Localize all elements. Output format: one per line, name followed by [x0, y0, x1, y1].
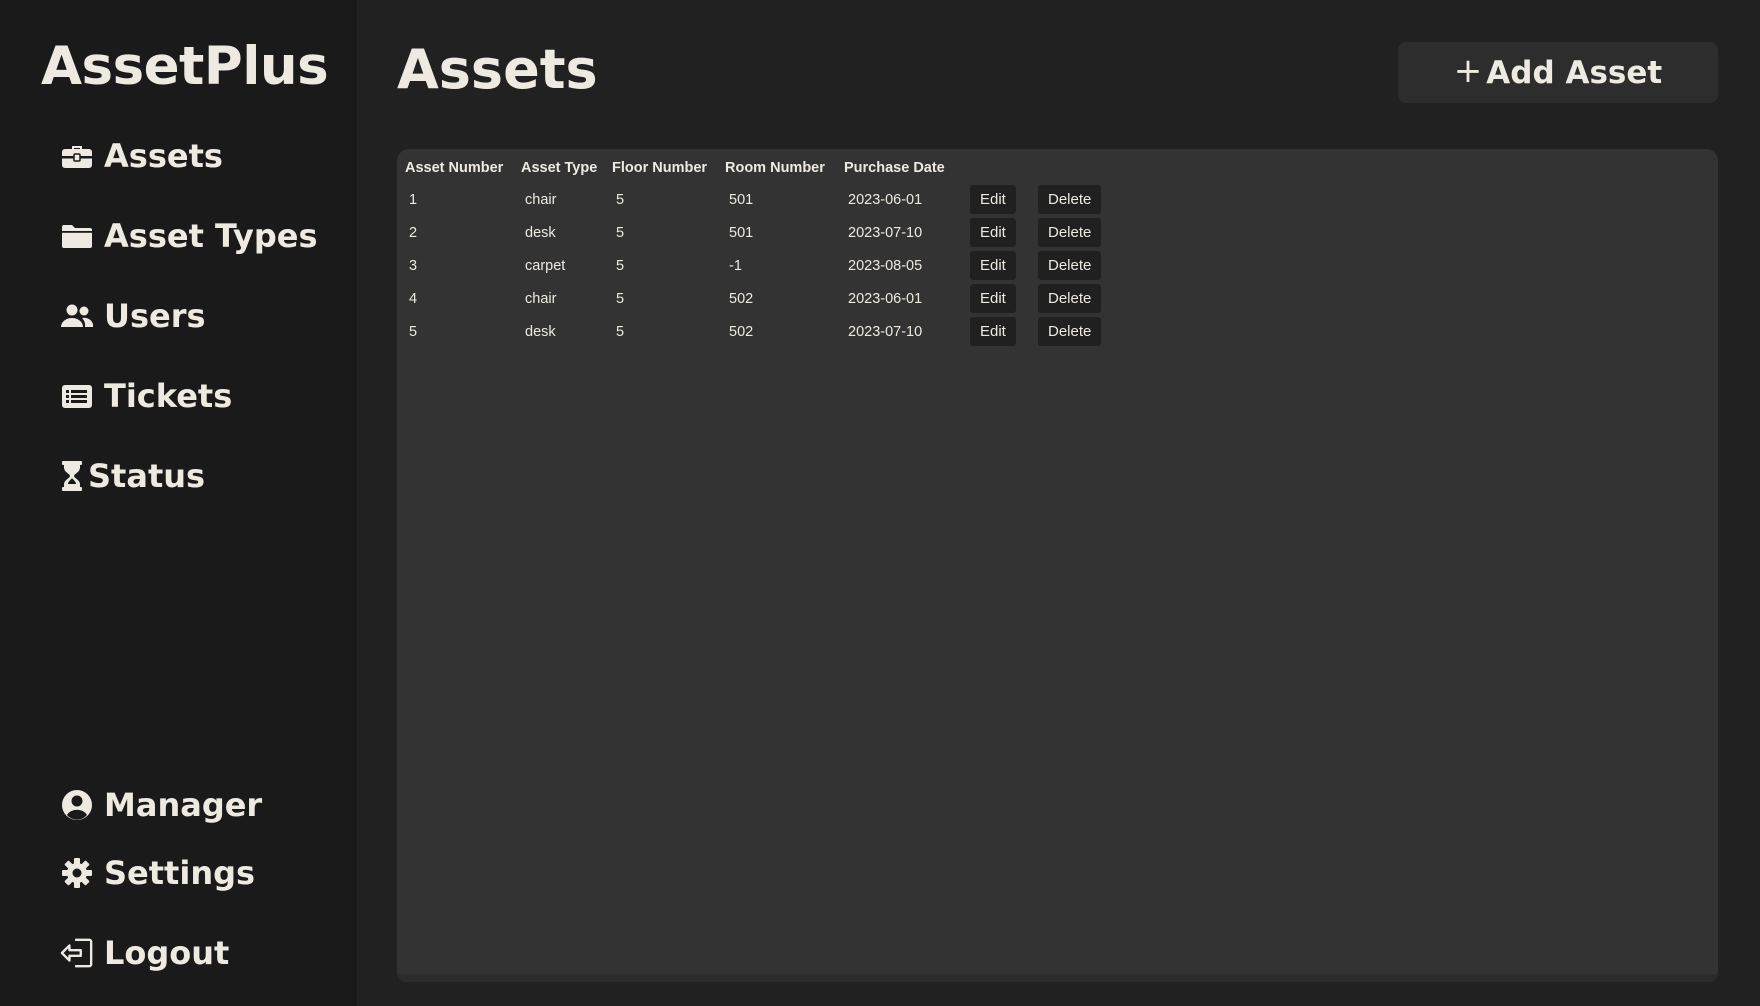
cell-asset-number: 2: [409, 224, 418, 241]
cell-floor-number: 5: [616, 290, 625, 307]
page-title: Assets: [397, 38, 598, 101]
cell-floor-number: 5: [616, 224, 625, 241]
edit-button[interactable]: Edit: [970, 218, 1016, 247]
cell-floor-number: 5: [616, 323, 625, 340]
sidebar-item-label: Tickets: [104, 377, 233, 415]
cell-asset-number: 4: [409, 290, 418, 307]
cell-room-number: -1: [729, 257, 742, 274]
cell-room-number: 502: [729, 323, 754, 340]
sidebar-item-manager[interactable]: Manager: [60, 783, 262, 827]
cell-purchase-date: 2023-07-10: [848, 224, 923, 241]
cell-asset-type: chair: [525, 191, 557, 208]
cell-room-number: 501: [729, 191, 754, 208]
sidebar: AssetPlus Assets Asset Types Users Ticke…: [0, 0, 357, 1006]
tickets-icon: [60, 379, 94, 413]
cell-asset-type: carpet: [525, 257, 566, 274]
folder-icon: [60, 219, 94, 253]
cell-purchase-date: 2023-06-01: [848, 290, 923, 307]
table-header-row: Asset Number Asset Type Floor Number Roo…: [401, 153, 1108, 183]
sidebar-item-users[interactable]: Users: [60, 294, 206, 338]
table-row: 4 chair 5 502 2023-06-01 Edit Delete: [401, 282, 1108, 315]
app-window: AssetPlus Assets Asset Types Users Ticke…: [0, 0, 1760, 1006]
sidebar-item-label: Assets: [104, 137, 223, 175]
app-logo[interactable]: AssetPlus: [41, 36, 329, 97]
table-row: 5 desk 5 502 2023-07-10 Edit Delete: [401, 315, 1108, 348]
sidebar-item-assets[interactable]: Assets: [60, 134, 223, 178]
sidebar-item-label: Users: [104, 297, 206, 335]
cell-purchase-date: 2023-07-10: [848, 323, 923, 340]
edit-button[interactable]: Edit: [970, 185, 1016, 214]
sidebar-item-label: Asset Types: [104, 217, 318, 255]
sidebar-item-label: Logout: [104, 934, 230, 972]
delete-button[interactable]: Delete: [1038, 251, 1102, 280]
users-icon: [60, 299, 94, 333]
cell-purchase-date: 2023-08-05: [848, 257, 923, 274]
table-row: 1 chair 5 501 2023-06-01 Edit Delete: [401, 183, 1108, 216]
add-asset-label: Add Asset: [1486, 54, 1663, 91]
assets-table-panel: Asset Number Asset Type Floor Number Roo…: [397, 149, 1718, 982]
delete-button[interactable]: Delete: [1038, 284, 1102, 313]
cell-asset-number: 5: [409, 323, 418, 340]
sidebar-item-label: Manager: [104, 786, 263, 824]
table-row: 3 carpet 5 -1 2023-08-05 Edit Delete: [401, 249, 1108, 282]
add-asset-button[interactable]: + Add Asset: [1398, 42, 1718, 103]
cell-room-number: 501: [729, 224, 754, 241]
user-circle-icon: [60, 788, 94, 822]
sidebar-item-settings[interactable]: Settings: [60, 851, 255, 895]
sidebar-item-asset-types[interactable]: Asset Types: [60, 214, 318, 258]
sidebar-item-label: Settings: [104, 854, 256, 892]
edit-button[interactable]: Edit: [970, 317, 1016, 346]
column-header-room-number: Room Number: [725, 160, 825, 176]
hourglass-icon: [60, 459, 84, 493]
edit-button[interactable]: Edit: [970, 284, 1016, 313]
cell-floor-number: 5: [616, 257, 625, 274]
sidebar-item-status[interactable]: Status: [60, 454, 205, 498]
plus-icon: +: [1453, 51, 1483, 91]
edit-button[interactable]: Edit: [970, 251, 1016, 280]
assets-table: Asset Number Asset Type Floor Number Roo…: [401, 153, 1108, 348]
cell-floor-number: 5: [616, 191, 625, 208]
column-header-purchase-date: Purchase Date: [844, 160, 945, 176]
cell-asset-number: 1: [409, 191, 418, 208]
toolbox-icon: [60, 139, 94, 173]
cell-asset-type: chair: [525, 290, 557, 307]
cell-asset-type: desk: [525, 323, 556, 340]
cell-asset-type: desk: [525, 224, 556, 241]
table-row: 2 desk 5 501 2023-07-10 Edit Delete: [401, 216, 1108, 249]
logout-icon: [60, 936, 94, 970]
delete-button[interactable]: Delete: [1038, 185, 1102, 214]
delete-button[interactable]: Delete: [1038, 218, 1102, 247]
cell-room-number: 502: [729, 290, 754, 307]
cell-purchase-date: 2023-06-01: [848, 191, 923, 208]
delete-button[interactable]: Delete: [1038, 317, 1102, 346]
column-header-asset-type: Asset Type: [521, 160, 598, 176]
column-header-floor-number: Floor Number: [612, 160, 708, 176]
sidebar-item-label: Status: [88, 457, 206, 495]
cell-asset-number: 3: [409, 257, 418, 274]
sidebar-item-tickets[interactable]: Tickets: [60, 374, 232, 418]
column-header-asset-number: Asset Number: [405, 160, 504, 176]
gear-icon: [60, 856, 94, 890]
sidebar-item-logout[interactable]: Logout: [60, 931, 229, 975]
